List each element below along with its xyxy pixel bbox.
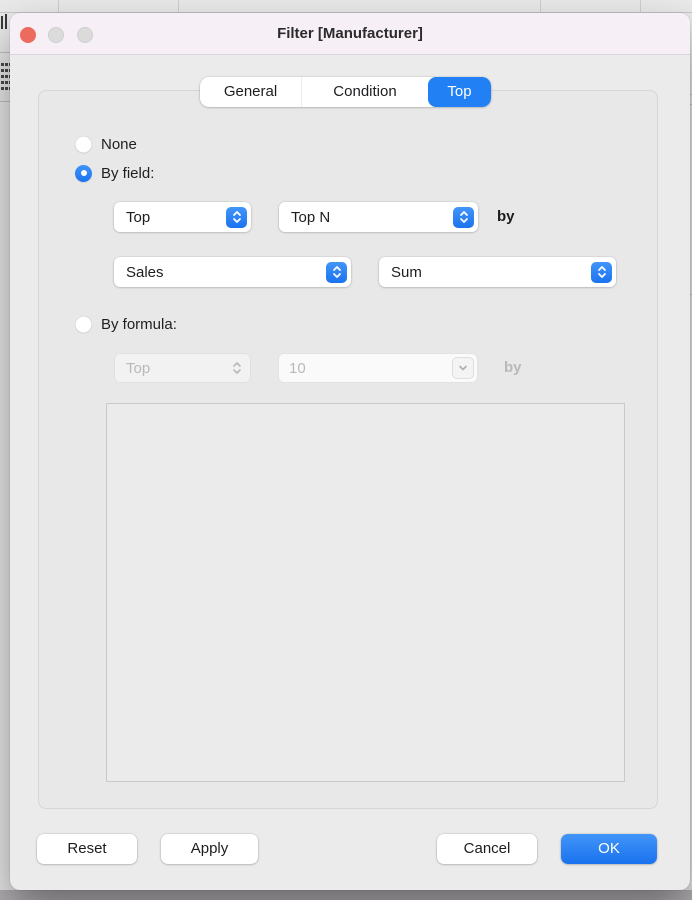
radio-by-formula-label: By formula:	[101, 316, 177, 333]
reset-button[interactable]: Reset	[37, 834, 137, 864]
mode-dropdown-value: Top N	[291, 209, 330, 226]
direction-dropdown[interactable]: Top	[114, 202, 251, 232]
background-column-divider	[58, 0, 59, 12]
background-column-divider	[178, 0, 179, 12]
titlebar: Filter [Manufacturer]	[10, 13, 690, 55]
radio-none-label: None	[101, 136, 137, 153]
cancel-button[interactable]: Cancel	[437, 834, 537, 864]
formula-direction-dropdown: Top	[114, 353, 251, 383]
radio-by-formula[interactable]: By formula:	[75, 315, 177, 333]
radio-by-formula-circle-icon	[75, 316, 92, 333]
background-partial-icon	[5, 14, 7, 29]
ok-button[interactable]: OK	[561, 834, 657, 864]
formula-count-value: 10	[289, 360, 306, 377]
tab-top[interactable]: Top	[428, 77, 491, 107]
radio-by-field[interactable]: By field:	[75, 164, 154, 182]
background-partial-icon	[1, 16, 3, 29]
chevron-up-down-icon	[226, 358, 247, 379]
zoom-button-icon[interactable]	[77, 27, 93, 43]
window-title: Filter [Manufacturer]	[10, 13, 690, 54]
background-column-divider	[640, 0, 641, 12]
close-button-icon[interactable]	[20, 27, 36, 43]
minimize-button-icon[interactable]	[48, 27, 64, 43]
chevron-up-down-icon	[226, 207, 247, 228]
apply-button[interactable]: Apply	[161, 834, 258, 864]
radio-none-circle-icon	[75, 136, 92, 153]
filter-dialog: Filter [Manufacturer] General Condition …	[10, 13, 690, 890]
background-column-divider	[540, 0, 541, 12]
direction-dropdown-value: Top	[126, 209, 150, 226]
formula-list-area	[106, 403, 625, 782]
background-divider	[0, 101, 10, 102]
tab-condition[interactable]: Condition	[301, 77, 428, 107]
background-desktop-strip	[0, 890, 692, 900]
by-formula-by-label: by	[504, 353, 522, 383]
radio-by-field-circle-icon	[75, 165, 92, 182]
aggregation-dropdown-value: Sum	[391, 264, 422, 281]
chevron-up-down-icon	[453, 207, 474, 228]
chevron-up-down-icon	[326, 262, 347, 283]
chevron-up-down-icon	[591, 262, 612, 283]
by-field-by-label: by	[497, 202, 515, 232]
formula-direction-value: Top	[126, 360, 150, 377]
tab-bar: General Condition Top	[200, 77, 491, 107]
radio-by-field-label: By field:	[101, 165, 154, 182]
tab-general[interactable]: General	[200, 77, 301, 107]
chevron-down-icon	[452, 357, 474, 379]
radio-none[interactable]: None	[75, 135, 137, 153]
formula-count-combobox: 10	[278, 353, 478, 383]
field-dropdown-value: Sales	[126, 264, 164, 281]
background-divider	[0, 52, 10, 53]
field-dropdown[interactable]: Sales	[114, 257, 351, 287]
mode-dropdown[interactable]: Top N	[279, 202, 478, 232]
aggregation-dropdown[interactable]: Sum	[379, 257, 616, 287]
top-tab-panel: None By field: Top Top N by Sales	[38, 90, 658, 809]
